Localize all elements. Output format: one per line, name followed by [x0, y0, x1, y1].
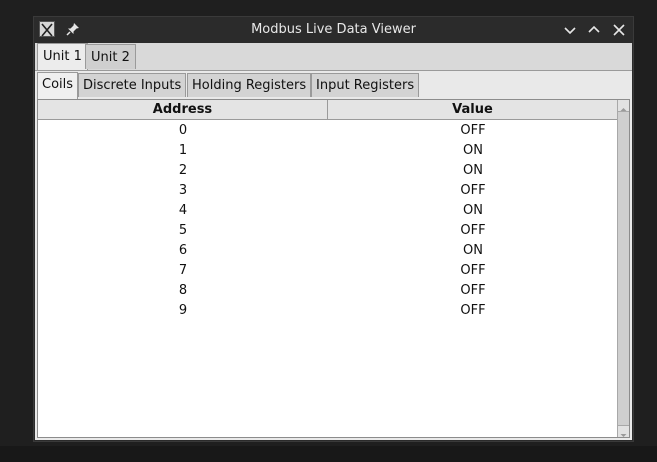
maximize-icon[interactable]: [585, 21, 603, 39]
value-cell: OFF: [460, 263, 486, 278]
window-client-area: Unit 1 Unit 2 Coils Discrete Inputs Hold…: [35, 43, 632, 440]
address-cell: 2: [178, 163, 188, 178]
vertical-scrollbar[interactable]: [617, 100, 629, 437]
tab-input-registers[interactable]: Input Registers: [311, 73, 420, 97]
address-cell: 6: [178, 243, 188, 258]
column-header-value[interactable]: Value: [328, 100, 618, 120]
window-title: Modbus Live Data Viewer: [251, 22, 416, 37]
tab-unit-1[interactable]: Unit 1: [37, 43, 88, 71]
tab-unit-2[interactable]: Unit 2: [85, 44, 136, 69]
tab-discrete-inputs[interactable]: Discrete Inputs: [78, 73, 187, 97]
value-cell: ON: [463, 143, 483, 158]
tab-holding-registers[interactable]: Holding Registers: [187, 73, 312, 97]
address-cell: 0: [178, 123, 188, 138]
minimize-icon[interactable]: [561, 21, 579, 39]
address-cell: 8: [178, 283, 188, 298]
tab-coils[interactable]: Coils: [37, 72, 79, 99]
address-cell: 9: [178, 303, 188, 318]
table-row[interactable]: 8 OFF: [38, 281, 618, 301]
value-cell: ON: [463, 243, 483, 258]
table-row[interactable]: 1 ON: [38, 141, 618, 161]
table-row[interactable]: 4 ON: [38, 201, 618, 221]
table-row[interactable]: 6 ON: [38, 241, 618, 261]
column-header-address[interactable]: Address: [38, 100, 328, 120]
close-icon[interactable]: [610, 21, 628, 39]
table-row[interactable]: 9 OFF: [38, 301, 618, 321]
value-cell: OFF: [460, 283, 486, 298]
unit-tab-panel: Coils Discrete Inputs Holding Registers …: [35, 70, 632, 440]
table-row[interactable]: 3 OFF: [38, 181, 618, 201]
value-cell: OFF: [460, 223, 486, 238]
table-body: 0 OFF 1 ON 2 ON 3 OFF 4 ON 5 OFF 6 ON 7 …: [38, 121, 618, 321]
data-type-tab-bar: Coils Discrete Inputs Holding Registers …: [35, 71, 632, 99]
scroll-down-arrow-icon[interactable]: [618, 425, 629, 437]
value-cell: OFF: [460, 123, 486, 138]
data-table: Address Value 0 OFF 1 ON 2 ON 3 OFF 4 ON…: [37, 99, 630, 438]
value-cell: OFF: [460, 303, 486, 318]
app-window: Modbus Live Data Viewer Unit 1 Unit 2 Co…: [33, 16, 634, 442]
table-row[interactable]: 2 ON: [38, 161, 618, 181]
table-row[interactable]: 5 OFF: [38, 221, 618, 241]
value-cell: OFF: [460, 183, 486, 198]
value-cell: ON: [463, 163, 483, 178]
unit-tab-bar: Unit 1 Unit 2: [35, 43, 632, 71]
scroll-up-arrow-icon[interactable]: [618, 100, 629, 112]
window-titlebar[interactable]: Modbus Live Data Viewer: [34, 17, 633, 43]
table-header: Address Value: [38, 100, 618, 120]
address-cell: 7: [178, 263, 188, 278]
address-cell: 3: [178, 183, 188, 198]
table-row[interactable]: 0 OFF: [38, 121, 618, 141]
value-cell: ON: [463, 203, 483, 218]
address-cell: 4: [178, 203, 188, 218]
address-cell: 1: [178, 143, 188, 158]
table-row[interactable]: 7 OFF: [38, 261, 618, 281]
desktop-bottom-strip: [0, 446, 657, 462]
address-cell: 5: [178, 223, 188, 238]
